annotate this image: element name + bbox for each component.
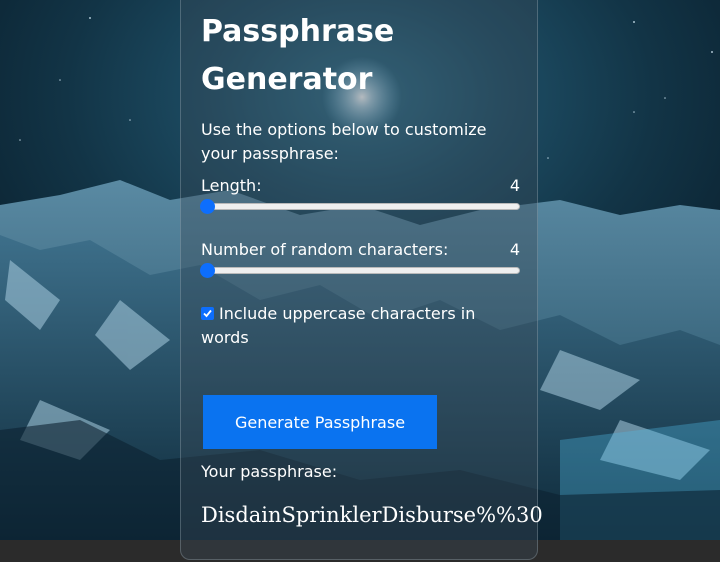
uppercase-option[interactable]: Include uppercase characters in words xyxy=(201,302,511,350)
random-chars-slider-track xyxy=(201,267,520,274)
intro-text: Use the options below to customize your … xyxy=(201,120,487,163)
passphrase-output: DisdainSprinklerDisburse%%30 xyxy=(201,503,543,527)
random-chars-label: Number of random characters: xyxy=(201,240,449,259)
length-slider-thumb[interactable] xyxy=(200,199,215,214)
checkmark-icon xyxy=(203,309,212,318)
length-slider[interactable] xyxy=(200,199,520,215)
length-label: Length: xyxy=(201,176,262,195)
length-slider-track xyxy=(201,203,520,210)
uppercase-checkbox[interactable] xyxy=(201,307,214,320)
random-chars-slider[interactable] xyxy=(200,263,520,279)
result-label: Your passphrase: xyxy=(201,462,338,481)
uppercase-label: Include uppercase characters in words xyxy=(201,304,476,347)
length-value: 4 xyxy=(509,176,520,195)
length-row: Length: 4 xyxy=(201,174,520,198)
random-chars-slider-thumb[interactable] xyxy=(200,263,215,278)
page-title: Passphrase Generator xyxy=(201,14,395,97)
random-chars-row: Number of random characters: 4 xyxy=(201,238,520,262)
random-chars-value: 4 xyxy=(509,240,520,259)
generate-passphrase-button[interactable]: Generate Passphrase xyxy=(203,395,437,449)
